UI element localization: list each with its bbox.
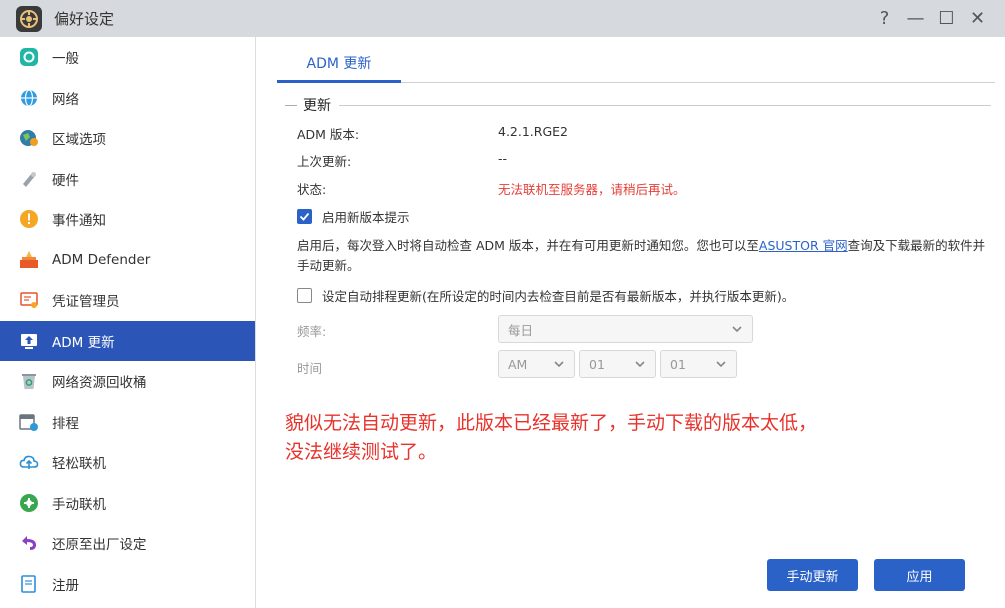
auto-schedule-checkbox[interactable] bbox=[297, 288, 312, 303]
last-update-value: -- bbox=[498, 151, 508, 166]
certificate-icon bbox=[18, 289, 40, 311]
maximize-button[interactable]: ☐ bbox=[931, 0, 962, 37]
update-icon bbox=[18, 330, 40, 352]
sidebar-item-region[interactable]: 区域选项 bbox=[0, 118, 255, 159]
time-hour-value: 01 bbox=[589, 356, 605, 372]
check-icon bbox=[299, 212, 310, 221]
apply-button[interactable]: 应用 bbox=[874, 559, 965, 591]
sidebar-item-restore[interactable]: 还原至出厂设定 bbox=[0, 523, 255, 564]
chevron-down-icon bbox=[732, 326, 742, 333]
sidebar-item-label: 硬件 bbox=[52, 172, 79, 189]
hardware-icon bbox=[18, 168, 40, 190]
minimize-icon: — bbox=[906, 8, 925, 29]
globe-icon bbox=[18, 87, 40, 109]
schedule-icon bbox=[18, 411, 40, 433]
enable-prompt-checkbox[interactable] bbox=[297, 209, 312, 224]
region-icon bbox=[18, 127, 40, 149]
chevron-down-icon bbox=[716, 361, 726, 368]
adm-version-label: ADM 版本: bbox=[297, 127, 360, 142]
sidebar-item-label: 排程 bbox=[52, 415, 79, 432]
sidebar-item-schedule[interactable]: 排程 bbox=[0, 402, 255, 443]
auto-schedule-label: 设定自动排程更新(在所设定的时间内去检查目前是否有最新版本，并执行版本更新)。 bbox=[322, 289, 795, 304]
sidebar-item-label: 还原至出厂设定 bbox=[52, 537, 147, 554]
last-update-label: 上次更新: bbox=[297, 154, 352, 169]
close-icon: ✕ bbox=[969, 8, 986, 29]
frequency-select[interactable]: 每日 bbox=[498, 315, 753, 343]
divider bbox=[285, 104, 297, 106]
window-controls: ? — ☐ ✕ bbox=[869, 0, 993, 37]
register-icon bbox=[18, 573, 40, 595]
title-bar: 偏好设定 ? — ☐ ✕ bbox=[0, 0, 1005, 37]
manual-connect-icon bbox=[18, 492, 40, 514]
sidebar-item-label: 区域选项 bbox=[52, 132, 106, 149]
minimize-button[interactable]: — bbox=[900, 0, 931, 37]
sidebar-item-general[interactable]: 一般 bbox=[0, 37, 255, 78]
chevron-down-icon bbox=[635, 361, 645, 368]
help-button[interactable]: ? bbox=[869, 0, 900, 37]
restore-icon bbox=[18, 532, 40, 554]
sidebar-item-notification[interactable]: 事件通知 bbox=[0, 199, 255, 240]
status-label: 状态: bbox=[297, 182, 327, 197]
sidebar-item-label: 凭证管理员 bbox=[52, 294, 120, 311]
description-text: 启用后，每次登入时将自动检查 ADM 版本，并在有可用更新时通知您。您也可以至 bbox=[297, 238, 759, 253]
sidebar-item-label: 事件通知 bbox=[52, 213, 106, 230]
sidebar-item-label: 轻松联机 bbox=[52, 456, 106, 473]
time-label: 时间 bbox=[297, 361, 323, 376]
section-title: 更新 bbox=[303, 98, 331, 114]
sidebar-item-recycle-bin[interactable]: 网络资源回收桶 bbox=[0, 361, 255, 402]
maximize-icon: ☐ bbox=[938, 8, 955, 29]
sidebar-item-label: 手动联机 bbox=[52, 496, 106, 513]
time-minute-value: 01 bbox=[670, 356, 686, 372]
app-settings-icon bbox=[16, 5, 42, 32]
sidebar-item-label: 网络 bbox=[52, 91, 79, 108]
help-icon: ? bbox=[879, 8, 890, 29]
sidebar-item-register[interactable]: 注册 bbox=[0, 564, 255, 605]
time-hour-select[interactable]: 01 bbox=[579, 350, 656, 378]
manual-update-button[interactable]: 手动更新 bbox=[767, 559, 858, 591]
recycle-bin-icon bbox=[18, 370, 40, 392]
sidebar-item-label: 网络资源回收桶 bbox=[52, 375, 147, 392]
sidebar-item-label: 注册 bbox=[52, 577, 79, 594]
update-description: 启用后，每次登入时将自动检查 ADM 版本，并在有可用更新时通知您。您也可以至A… bbox=[297, 236, 987, 276]
time-ampm-value: AM bbox=[508, 356, 528, 372]
status-value: 无法联机至服务器，请稍后再试。 bbox=[498, 182, 686, 197]
sidebar-item-adm-defender[interactable]: ADM Defender bbox=[0, 240, 255, 281]
adm-version-value: 4.2.1.RGE2 bbox=[498, 124, 569, 139]
sidebar: 一般 网络 区域选项 硬件 事件通知 ADM Defender 凭证管理员 AD… bbox=[0, 37, 256, 608]
chevron-down-icon bbox=[554, 361, 564, 368]
sidebar-item-certificate[interactable]: 凭证管理员 bbox=[0, 280, 255, 321]
time-minute-select[interactable]: 01 bbox=[660, 350, 737, 378]
frequency-label: 频率: bbox=[297, 324, 327, 339]
defender-icon bbox=[18, 249, 40, 271]
general-icon bbox=[18, 46, 40, 68]
sidebar-item-label: 一般 bbox=[52, 51, 79, 68]
enable-prompt-row: 启用新版本提示 bbox=[297, 207, 410, 226]
sidebar-item-hardware[interactable]: 硬件 bbox=[0, 159, 255, 200]
sidebar-item-manual-connect[interactable]: 手动联机 bbox=[0, 483, 255, 524]
frequency-value: 每日 bbox=[508, 322, 534, 338]
alert-icon bbox=[18, 208, 40, 230]
annotation-line: 没法继续测试了。 bbox=[285, 441, 438, 463]
time-ampm-select[interactable]: AM bbox=[498, 350, 575, 378]
sidebar-item-network[interactable]: 网络 bbox=[0, 78, 255, 119]
divider bbox=[339, 104, 991, 106]
sidebar-item-label: ADM Defender bbox=[52, 251, 151, 268]
auto-schedule-row: 设定自动排程更新(在所设定的时间内去检查目前是否有最新版本，并执行版本更新)。 bbox=[297, 286, 794, 305]
enable-prompt-label: 启用新版本提示 bbox=[322, 210, 410, 225]
sidebar-item-label: ADM 更新 bbox=[52, 334, 115, 351]
annotation-line: 貌似无法自动更新，此版本已经最新了，手动下载的版本太低， bbox=[285, 412, 818, 434]
annotation-note: 貌似无法自动更新，此版本已经最新了，手动下载的版本太低， 没法继续测试了。 bbox=[285, 409, 817, 467]
cloud-connect-icon bbox=[18, 451, 40, 473]
sidebar-item-adm-update[interactable]: ADM 更新 bbox=[0, 320, 255, 361]
tab-bar: ADM 更新 bbox=[277, 45, 995, 83]
window-title: 偏好设定 bbox=[54, 10, 115, 28]
sidebar-item-easy-connect[interactable]: 轻松联机 bbox=[0, 442, 255, 483]
asustor-website-link[interactable]: ASUSTOR 官网 bbox=[759, 238, 848, 253]
close-button[interactable]: ✕ bbox=[962, 0, 993, 37]
main-panel: ADM 更新 更新 ADM 版本: 4.2.1.RGE2 上次更新: -- 状态… bbox=[257, 37, 1005, 608]
tab-adm-update[interactable]: ADM 更新 bbox=[277, 45, 401, 83]
section-update: 更新 bbox=[285, 95, 991, 115]
